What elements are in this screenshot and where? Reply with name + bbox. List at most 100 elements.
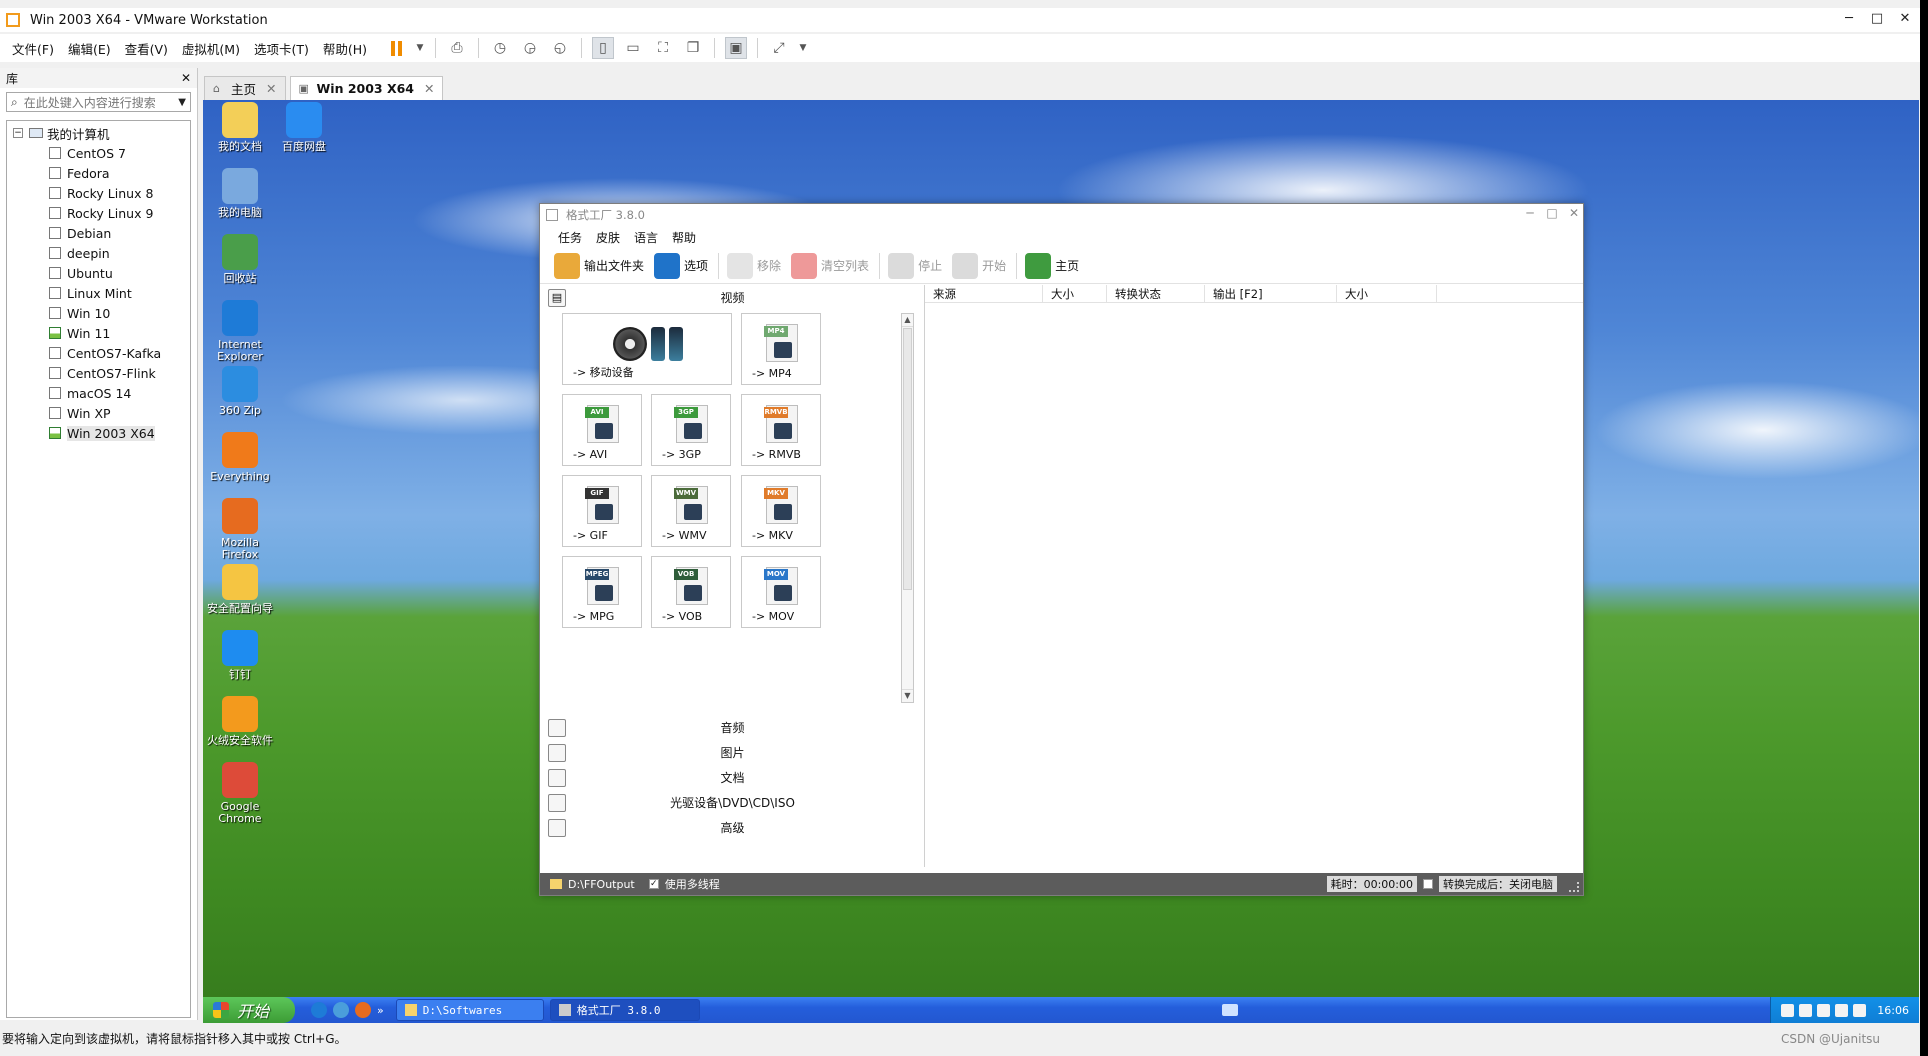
library-close-icon[interactable]: ✕ (181, 71, 191, 85)
send-ctrl-alt-del-icon[interactable]: ⎙ (446, 37, 468, 59)
close-button[interactable]: ✕ (1890, 8, 1920, 32)
language-bar-icon[interactable] (1222, 1004, 1239, 1016)
huorong-tray-icon[interactable] (1817, 1003, 1831, 1017)
desktop-shortcut[interactable]: 百度网盘 (267, 102, 341, 153)
library-search-input[interactable]: ⌕ 在此处键入内容进行搜索 ▼ (6, 92, 191, 112)
chevron-down-icon[interactable]: ▼ (798, 37, 808, 59)
tree-item-vm[interactable]: CentOS 7 (7, 143, 190, 163)
category-row[interactable]: 文档 (540, 765, 925, 790)
ff-close-button[interactable]: ✕ (1564, 206, 1584, 220)
chevron-down-icon[interactable]: ▼ (415, 37, 425, 59)
format-tile[interactable]: MP4 -> MP4 (741, 313, 821, 385)
task-explorer-softwares[interactable]: D:\Softwares (395, 999, 544, 1021)
ff-minimize-button[interactable]: ─ (1520, 206, 1540, 220)
scroll-down-icon[interactable]: ▼ (902, 689, 913, 702)
dingtalk-tray-icon[interactable] (1799, 1003, 1813, 1017)
start-button[interactable]: 开始 (203, 997, 295, 1023)
multithread-checkbox[interactable]: ✓ (648, 879, 659, 889)
unity-icon[interactable]: ❐ (682, 37, 704, 59)
tree-item-vm[interactable]: Debian (7, 223, 190, 243)
format-tile[interactable]: MOV -> MOV (741, 556, 821, 628)
output-path[interactable]: D:\FFOutput (568, 878, 635, 891)
format-tile[interactable]: RMVB -> RMVB (741, 394, 821, 466)
category-video[interactable]: ▤ 视频 (540, 285, 924, 310)
desktop-shortcut[interactable]: Everything (203, 432, 277, 483)
snapshot-icon[interactable]: ◷ (489, 37, 511, 59)
tree-item-vm[interactable]: Ubuntu (7, 263, 190, 283)
full-screen-icon[interactable]: ⛶ (652, 37, 674, 59)
guest-desktop[interactable]: 我的文档 百度网盘我的电脑回收站 Internet Explorer 360 Zip E… (203, 100, 1919, 1023)
network-tray-icon[interactable] (1835, 1003, 1849, 1017)
desktop-shortcut[interactable]: 360 Zip (203, 366, 277, 417)
show-library-icon[interactable]: ▯ (592, 37, 615, 59)
tree-root-my-computer[interactable]: − 我的计算机 (7, 123, 190, 143)
menu-file[interactable]: 文件(F) (12, 39, 54, 58)
ff-toolbar-button[interactable]: 选项 (654, 252, 708, 279)
category-row[interactable]: 音频 (540, 715, 925, 740)
task-format-factory[interactable]: 格式工厂 3.8.0 (549, 999, 700, 1021)
desktop-shortcut[interactable]: 我的文档 (203, 102, 277, 153)
ff-menu-skin[interactable]: 皮肤 (596, 229, 620, 246)
quicklaunch-firefox-icon[interactable] (355, 1002, 371, 1018)
tab-win2003[interactable]: ▣ Win 2003 X64 ✕ (289, 76, 444, 100)
ff-maximize-button[interactable]: □ (1542, 206, 1562, 220)
category-row[interactable]: 图片 (540, 740, 925, 765)
chevron-down-icon[interactable]: ▼ (178, 97, 186, 108)
desktop-shortcut[interactable]: 我的电脑 (203, 168, 277, 219)
search-tray-icon[interactable] (1781, 1003, 1795, 1017)
column-header[interactable]: 大小 (1337, 285, 1437, 302)
menu-tabs[interactable]: 选项卡(T) (254, 39, 309, 58)
column-header[interactable]: 来源 (925, 285, 1043, 302)
ff-menu-language[interactable]: 语言 (634, 229, 658, 246)
tree-item-vm[interactable]: CentOS7-Kafka (7, 343, 190, 363)
ff-toolbar-button[interactable]: 主页 (1025, 252, 1079, 279)
desktop-shortcut[interactable]: 火绒安全软件 (203, 696, 277, 747)
column-header[interactable]: 输出 [F2] (1205, 285, 1337, 302)
revert-snapshot-icon[interactable]: ◶ (519, 37, 541, 59)
menu-vm[interactable]: 虚拟机(M) (182, 39, 240, 58)
snapshot-manager-icon[interactable]: ◵ (549, 37, 571, 59)
tree-item-vm[interactable]: Win 2003 X64 (7, 423, 190, 443)
tree-item-vm[interactable]: deepin (7, 243, 190, 263)
ff-menu-task[interactable]: 任务 (558, 229, 582, 246)
desktop-shortcut[interactable]: 钉钉 (203, 630, 277, 681)
tree-item-vm[interactable]: CentOS7-Flink (7, 363, 190, 383)
tree-item-vm[interactable]: Win 11 (7, 323, 190, 343)
menu-view[interactable]: 查看(V) (125, 39, 168, 58)
column-header[interactable]: 转换状态 (1107, 285, 1205, 302)
clock[interactable]: 16:06 (1877, 1004, 1909, 1017)
close-icon[interactable]: ✕ (266, 81, 276, 96)
collapse-icon[interactable]: − (13, 128, 23, 138)
tab-home[interactable]: ⌂ 主页 ✕ (204, 76, 286, 100)
category-row[interactable]: 光驱设备\DVD\CD\ISO (540, 790, 925, 815)
format-tile[interactable]: GIF -> GIF (562, 475, 642, 547)
stretch-guest-icon[interactable]: ⤢ (768, 37, 790, 59)
tree-item-vm[interactable]: Fedora (7, 163, 190, 183)
menu-edit[interactable]: 编辑(E) (68, 39, 111, 58)
format-tile[interactable]: MKV -> MKV (741, 475, 821, 547)
format-tile[interactable]: -> 移动设备 (562, 313, 732, 385)
desktop-shortcut[interactable]: 回收站 (203, 234, 277, 285)
tree-item-vm[interactable]: macOS 14 (7, 383, 190, 403)
quicklaunch-ie-icon[interactable] (311, 1002, 327, 1018)
desktop-shortcut[interactable]: Internet Explorer (203, 300, 277, 363)
scroll-thumb[interactable] (903, 328, 912, 590)
menu-help[interactable]: 帮助(H) (323, 39, 367, 58)
column-header[interactable]: 大小 (1043, 285, 1107, 302)
format-tile[interactable]: MPEG -> MPG (562, 556, 642, 628)
volume-tray-icon[interactable] (1853, 1003, 1867, 1017)
tree-item-vm[interactable]: Rocky Linux 9 (7, 203, 190, 223)
close-icon[interactable]: ✕ (424, 81, 434, 96)
format-tile[interactable]: AVI -> AVI (562, 394, 642, 466)
quicklaunch-explorer-icon[interactable] (333, 1002, 349, 1018)
desktop-shortcut[interactable]: Google Chrome (203, 762, 277, 825)
tree-item-vm[interactable]: Win 10 (7, 303, 190, 323)
minimize-button[interactable]: ─ (1834, 8, 1864, 32)
tree-item-vm[interactable]: Rocky Linux 8 (7, 183, 190, 203)
desktop-shortcut[interactable]: 安全配置向导 (203, 564, 277, 615)
scroll-up-icon[interactable]: ▲ (902, 314, 913, 327)
category-row[interactable]: 高级 (540, 815, 925, 840)
console-view-icon[interactable]: ▣ (725, 37, 748, 59)
tree-item-vm[interactable]: Linux Mint (7, 283, 190, 303)
maximize-button[interactable]: □ (1862, 8, 1892, 32)
